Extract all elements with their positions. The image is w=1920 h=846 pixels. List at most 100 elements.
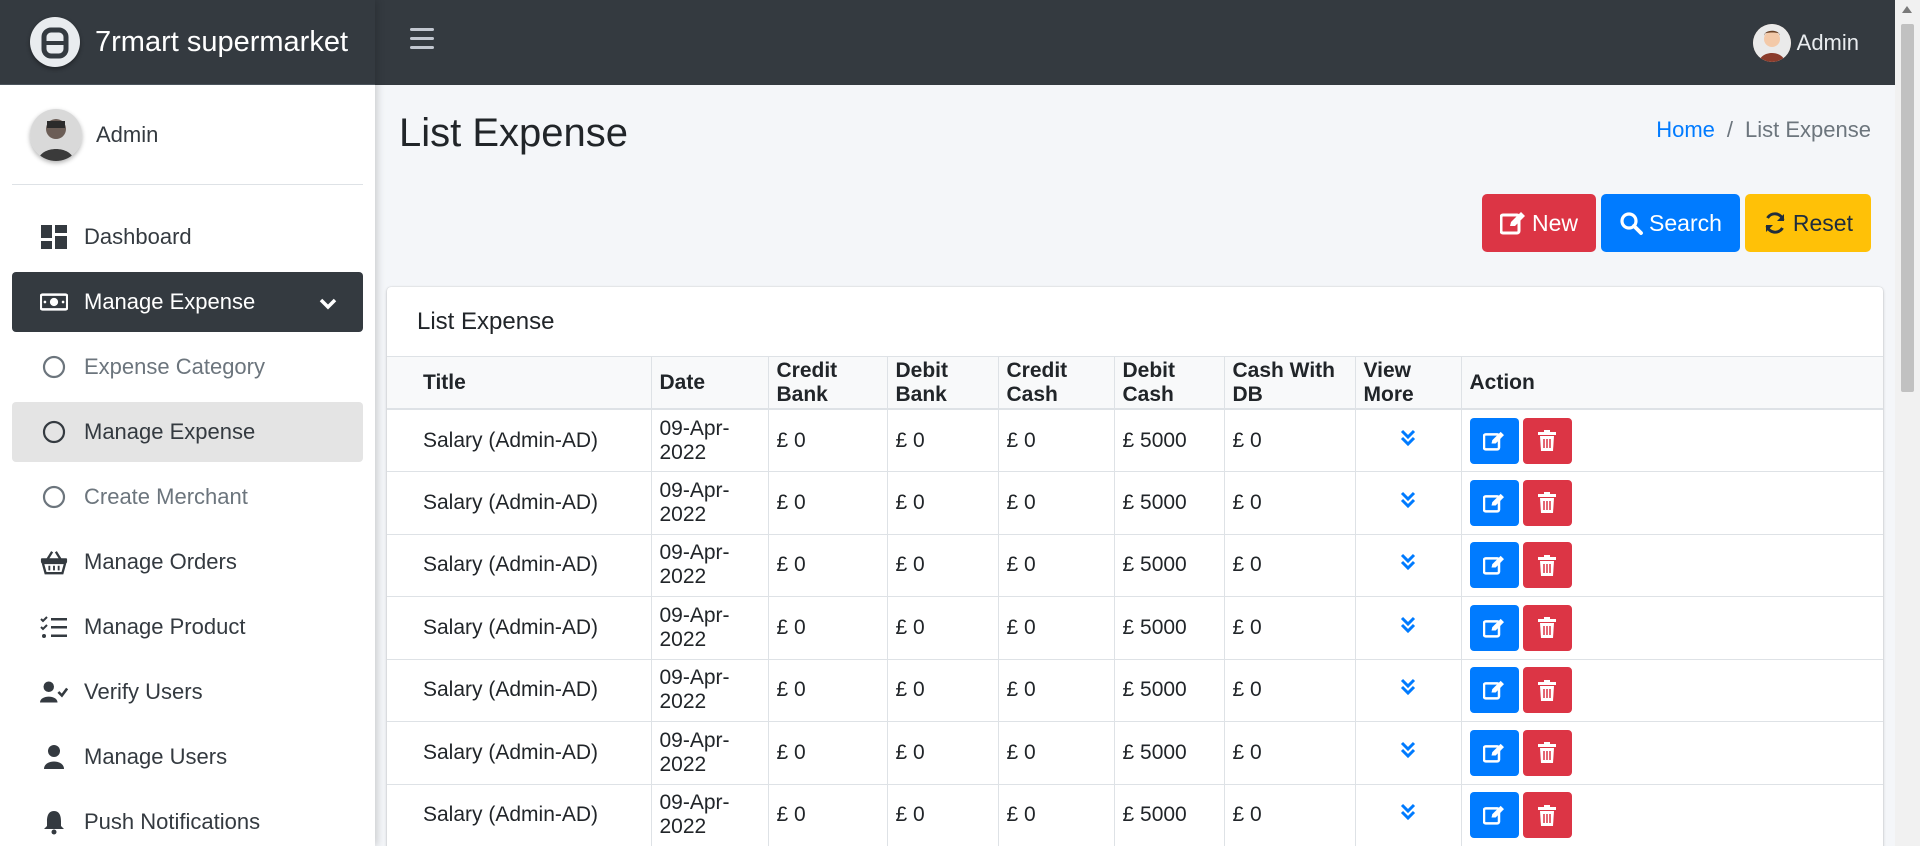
angle-double-down-icon[interactable] bbox=[1400, 553, 1416, 576]
sidebar-item-verify-users[interactable]: Verify Users bbox=[12, 662, 363, 722]
column-header-action: Action bbox=[1461, 357, 1883, 410]
angle-double-down-icon[interactable] bbox=[1400, 803, 1416, 826]
edit-button[interactable] bbox=[1469, 542, 1519, 589]
search-button-label: Search bbox=[1649, 209, 1722, 236]
column-header-cash-with-db[interactable]: Cash With DB bbox=[1224, 357, 1356, 410]
avatar bbox=[30, 108, 82, 161]
sidebar-item-label: Manage Expense bbox=[84, 289, 256, 314]
trash-icon bbox=[1538, 430, 1556, 451]
angle-double-down-icon[interactable] bbox=[1400, 678, 1416, 701]
column-header-credit-cash[interactable]: Credit Cash bbox=[998, 357, 1115, 410]
delete-button[interactable] bbox=[1522, 729, 1572, 776]
cell-cash-with-db: £ 0 bbox=[1224, 409, 1356, 472]
angle-double-down-icon[interactable] bbox=[1400, 491, 1416, 514]
cell-date: 09-Apr-2022 bbox=[651, 409, 769, 472]
basket-icon bbox=[40, 548, 68, 576]
sidebar-item-push-notifications[interactable]: Push Notifications bbox=[12, 792, 363, 846]
cell-credit-cash: £ 0 bbox=[998, 721, 1115, 785]
angle-double-down-icon[interactable] bbox=[1400, 616, 1416, 639]
dashboard-icon bbox=[40, 223, 68, 251]
table-row: Salary (Admin-AD) 09-Apr-2022 £ 0 £ 0 £ 0 £ 5… bbox=[387, 534, 1883, 597]
action-buttons: New Search Reset bbox=[1482, 194, 1871, 252]
cell-cash-with-db: £ 0 bbox=[1224, 721, 1356, 785]
angle-double-down-icon[interactable] bbox=[1400, 429, 1416, 452]
sidebar-nav: Dashboard Manage Expense Expense Categor… bbox=[0, 185, 375, 846]
edit-button[interactable] bbox=[1469, 604, 1519, 651]
delete-button[interactable] bbox=[1522, 667, 1572, 714]
edit-icon bbox=[1483, 681, 1504, 700]
cell-debit-bank: £ 0 bbox=[887, 784, 999, 846]
search-button[interactable]: Search bbox=[1601, 194, 1740, 252]
sidebar-user-name: Admin bbox=[96, 121, 159, 147]
edit-button[interactable] bbox=[1469, 792, 1519, 839]
sidebar-item-label: Manage Orders bbox=[84, 549, 237, 574]
angle-double-down-icon[interactable] bbox=[1400, 741, 1416, 764]
chevron-down-icon[interactable] bbox=[319, 291, 337, 317]
column-header-date[interactable]: Date bbox=[651, 357, 769, 410]
delete-button[interactable] bbox=[1522, 417, 1572, 464]
cell-debit-cash: £ 5000 bbox=[1114, 721, 1225, 785]
circle-icon bbox=[40, 418, 68, 446]
cell-debit-bank: £ 0 bbox=[887, 721, 999, 785]
delete-button[interactable] bbox=[1522, 542, 1572, 589]
brand[interactable]: 7rmart supermarket bbox=[0, 0, 375, 85]
sidebar-item-create-merchant[interactable]: Create Merchant bbox=[12, 467, 363, 527]
cell-debit-bank: £ 0 bbox=[887, 534, 999, 597]
page-title: List Expense bbox=[399, 111, 629, 155]
cell-action bbox=[1461, 784, 1883, 846]
cell-debit-bank: £ 0 bbox=[887, 409, 999, 472]
sidebar-item-manage-users[interactable]: Manage Users bbox=[12, 727, 363, 787]
edit-button[interactable] bbox=[1469, 479, 1519, 526]
sidebar-item-manage-expense[interactable]: Manage Expense bbox=[12, 272, 363, 332]
delete-button[interactable] bbox=[1522, 792, 1572, 839]
edit-icon bbox=[1483, 493, 1504, 513]
delete-button[interactable] bbox=[1522, 604, 1572, 651]
delete-button[interactable] bbox=[1522, 479, 1572, 526]
scroll-up-arrow-icon[interactable] bbox=[1902, 6, 1912, 13]
breadcrumb-separator: / bbox=[1726, 117, 1734, 142]
sidebar-item-manage-expense-sub[interactable]: Manage Expense bbox=[12, 402, 363, 462]
edit-button[interactable] bbox=[1469, 729, 1519, 776]
money-bill-icon bbox=[40, 288, 68, 316]
breadcrumb-home-link[interactable]: Home bbox=[1656, 117, 1715, 142]
column-header-debit-bank[interactable]: Debit Bank bbox=[887, 357, 999, 410]
column-header-title[interactable]: Title bbox=[387, 357, 652, 410]
cell-debit-bank: £ 0 bbox=[887, 471, 999, 535]
cell-credit-cash: £ 0 bbox=[998, 784, 1115, 846]
cell-debit-cash: £ 5000 bbox=[1114, 659, 1225, 722]
table-row: Salary (Admin-AD) 09-Apr-2022 £ 0 £ 0 £ 0 £ 5… bbox=[387, 596, 1883, 660]
sidebar-item-expense-category[interactable]: Expense Category bbox=[12, 337, 363, 397]
cell-action bbox=[1461, 659, 1883, 722]
sidebar-item-manage-orders[interactable]: Manage Orders bbox=[12, 532, 363, 592]
new-button[interactable]: New bbox=[1482, 194, 1597, 252]
scrollbar-thumb[interactable] bbox=[1901, 24, 1914, 392]
user-panel[interactable]: Admin bbox=[12, 85, 363, 185]
edit-button[interactable] bbox=[1469, 667, 1519, 714]
sidebar-item-manage-product[interactable]: Manage Product bbox=[12, 597, 363, 657]
column-header-credit-bank[interactable]: Credit Bank bbox=[768, 357, 888, 410]
edit-button[interactable] bbox=[1469, 417, 1519, 464]
cell-debit-cash: £ 5000 bbox=[1114, 534, 1225, 597]
top-user-menu[interactable]: Admin bbox=[1752, 24, 1859, 62]
cell-debit-cash: £ 5000 bbox=[1114, 784, 1225, 846]
reset-button[interactable]: Reset bbox=[1744, 194, 1871, 252]
menu-toggle-icon[interactable] bbox=[410, 28, 434, 52]
top-navbar: Admin bbox=[375, 0, 1895, 85]
sidebar-item-dashboard[interactable]: Dashboard bbox=[12, 207, 363, 267]
page-scrollbar[interactable] bbox=[1895, 0, 1920, 846]
edit-icon bbox=[1483, 743, 1504, 763]
sidebar-item-label: Manage Product bbox=[84, 614, 246, 639]
cell-date: 09-Apr-2022 bbox=[651, 471, 769, 535]
card-title: List Expense bbox=[387, 287, 1883, 357]
breadcrumb: Home / List Expense bbox=[1656, 117, 1871, 143]
edit-icon bbox=[1500, 212, 1526, 235]
avatar bbox=[1752, 24, 1791, 62]
cell-title: Salary (Admin-AD) bbox=[387, 534, 652, 597]
trash-icon bbox=[1538, 617, 1556, 639]
cell-date: 09-Apr-2022 bbox=[651, 534, 769, 597]
cell-credit-bank: £ 0 bbox=[768, 784, 888, 846]
search-icon bbox=[1620, 212, 1643, 235]
column-header-debit-cash[interactable]: Debit Cash bbox=[1114, 357, 1225, 410]
table-row: Salary (Admin-AD) 09-Apr-2022 £ 0 £ 0 £ 0 £ 5… bbox=[387, 409, 1883, 472]
cell-credit-cash: £ 0 bbox=[998, 534, 1115, 597]
